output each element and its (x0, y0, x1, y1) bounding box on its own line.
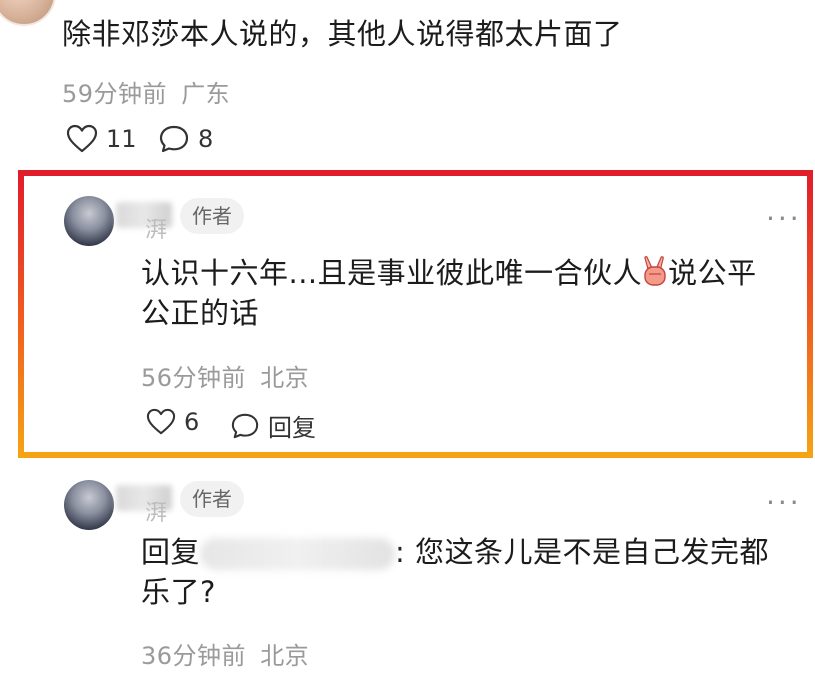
comment-text-part: 乐了? (141, 575, 216, 609)
comment-text-part: 公正的话 (141, 296, 260, 330)
like-button[interactable]: 11 (66, 124, 137, 154)
comment-text-part: 说公平 (668, 256, 757, 290)
author-badge: 作者 (180, 481, 244, 517)
reply-count: 8 (198, 125, 214, 153)
comment-text: 回复 : 您这条儿是不是自己发完都 乐了? (141, 532, 801, 612)
heart-icon (146, 408, 176, 436)
more-options-icon[interactable]: ··· (766, 205, 802, 233)
like-count: 6 (184, 408, 200, 436)
speech-bubble-icon (158, 124, 190, 154)
comment-text: 除非邓莎本人说的，其他人说得都太片面了 (62, 17, 623, 51)
comment-location: 北京 (260, 364, 310, 392)
reply-prefix: 回复 (141, 535, 201, 569)
comment-time: 36分钟前 (141, 642, 247, 670)
reply-label: 回复 (268, 414, 316, 442)
author-name-partial: 湃 (145, 501, 168, 526)
avatar[interactable] (0, 0, 56, 26)
comment-text-part: 认识十六年...且是事业彼此唯一合伙人 (141, 256, 643, 290)
comment-meta: 36分钟前 北京 (141, 636, 309, 671)
comment-location: 广东 (181, 80, 231, 108)
comment-location: 北京 (260, 642, 310, 670)
comment-text: 认识十六年...且是事业彼此唯一合伙人 说公平 公正的话 (141, 253, 801, 333)
comment-meta: 56分钟前 北京 (141, 358, 309, 393)
speech-bubble-icon (230, 412, 260, 440)
author-avatar[interactable] (64, 480, 114, 530)
victory-hand-emoji-icon (642, 255, 668, 287)
like-button[interactable]: 6 (146, 408, 199, 436)
more-options-icon[interactable]: ··· (766, 489, 802, 517)
comment-time: 56分钟前 (141, 364, 247, 392)
comment-time: 59分钟前 (62, 80, 168, 108)
comment-meta: 59分钟前 广东 (62, 74, 230, 109)
mentioned-user-blurred[interactable] (200, 538, 396, 570)
author-badge: 作者 (180, 198, 244, 234)
comment-text-part: : 您这条儿是不是自己发完都 (395, 535, 770, 569)
reply-button[interactable]: 回复 (230, 408, 316, 443)
author-name-partial: 湃 (145, 218, 168, 243)
author-avatar[interactable] (64, 196, 114, 246)
reply-button[interactable]: 8 (158, 124, 213, 154)
like-count: 11 (106, 125, 137, 153)
heart-icon (66, 124, 98, 154)
